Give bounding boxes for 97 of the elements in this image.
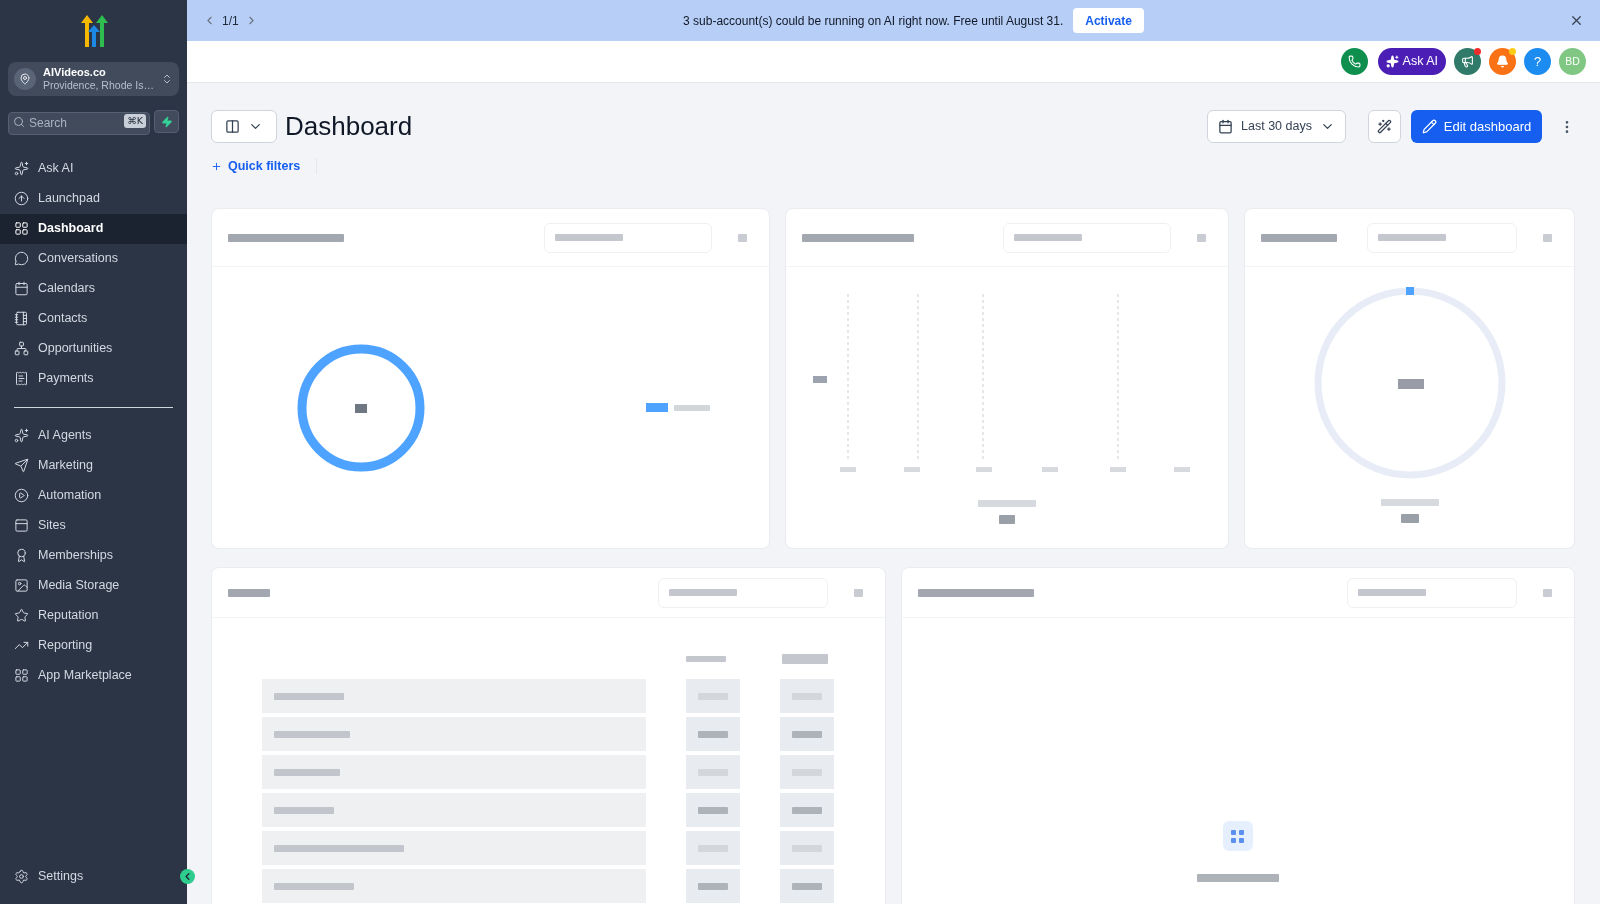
announcements-button[interactable] [1454,48,1481,75]
layout-switcher-button[interactable] [211,110,277,143]
pixelated-text [1014,234,1083,241]
play-circle-icon [14,488,29,503]
sparkles-icon [1385,55,1399,68]
pixelated-text [228,588,270,597]
ask-ai-button[interactable]: Ask AI [1377,48,1446,75]
edit-dashboard-button[interactable]: Edit dashboard [1411,110,1542,143]
pixelated-icon [1543,233,1552,242]
pixelated-text [554,234,623,241]
pixelated-text [1400,514,1419,523]
paper-plane-icon [14,458,29,473]
notebook-icon [14,311,29,326]
pixelated-text [274,768,340,776]
sidebar-item[interactable]: Launchpad [0,183,187,214]
pixelated-text [998,515,1015,524]
pencil-icon [1421,119,1437,134]
account-switcher[interactable]: AIVideos.co Providence, Rhode Is… [8,62,179,96]
pixelated-text [698,882,728,890]
sidebar-item[interactable]: Reporting [0,630,187,661]
pixelated-text [668,589,737,596]
sidebar-item[interactable]: Conversations [0,243,187,274]
lightning-icon [160,115,173,128]
activate-button[interactable]: Activate [1073,8,1144,33]
pager-text: 1/1 [222,12,239,30]
settings-item[interactable]: Settings [0,861,90,891]
chevrons-up-down-icon [161,73,173,85]
quick-action-button[interactable] [154,110,179,133]
pixelated-text [274,806,334,814]
bell-icon [1496,55,1509,68]
sidebar-item[interactable]: Ask AI [0,153,187,184]
pixelated-text [698,806,728,814]
pixelated-text [674,404,710,411]
pixelated-text [274,692,344,700]
sidebar-item[interactable]: AI Agents [0,420,187,451]
search-icon [13,116,25,128]
pixelated-text [782,654,828,664]
arrow-up-circle-icon [14,191,29,206]
sidebar-item[interactable]: Reputation [0,600,187,631]
grid-icon [14,668,29,683]
sidebar-item[interactable]: Sites [0,510,187,541]
network-icon [14,341,29,356]
date-range-button[interactable]: Last 30 days [1207,110,1346,143]
sidebar-item[interactable]: Media Storage [0,570,187,601]
page-title: Dashboard [285,110,413,143]
plus-icon [211,160,222,172]
sidebar-item[interactable]: Calendars [0,273,187,304]
sidebar-item[interactable]: Contacts [0,303,187,334]
phone-button[interactable] [1340,48,1368,75]
grid-icon [14,221,29,236]
sparkles-icon [14,428,29,443]
location-avatar-icon [14,68,36,90]
pixelated-text [1358,589,1426,596]
banner-message: 3 sub-account(s) could be running on AI right now. Free until August 31. [683,12,1064,30]
pixelated-icon [1543,588,1552,597]
magic-wand-button[interactable] [1368,110,1401,143]
collapse-sidebar-button[interactable] [180,869,195,884]
sidebar-item[interactable]: Dashboard [0,213,187,244]
megaphone-icon [1461,55,1474,68]
quick-filters-button[interactable]: Quick filters [211,156,301,176]
sidebar-item[interactable]: Memberships [0,540,187,571]
chat-bubble-icon [14,251,29,266]
account-name: AIVideos.co [43,66,107,79]
magic-wand-icon [1377,119,1392,134]
calendar-icon [1218,119,1234,134]
pixelated-text [1378,234,1446,241]
sparkles-icon [14,161,29,176]
close-icon[interactable] [1569,13,1584,28]
pixelated-text [792,730,822,738]
sidebar-item[interactable]: App Marketplace [0,660,187,691]
pixelated-text [792,882,822,890]
sidebar-item[interactable]: Opportunities [0,333,187,364]
award-ribbon-icon [14,548,29,563]
pixelated-text [1380,499,1439,506]
columns-icon [225,119,240,134]
pixelated-text [792,806,822,814]
pixelated-text [977,500,1036,507]
grid-icon [1222,821,1253,851]
star-icon [14,608,29,623]
image-icon [14,578,29,593]
sidebar-item[interactable]: Marketing [0,450,187,481]
pixelated-icon [1197,233,1207,242]
calendar-icon [14,281,29,296]
browser-window-icon [14,518,29,533]
shortcut-hint: ⌘K [124,114,146,128]
sidebar-item[interactable]: Automation [0,480,187,511]
phone-icon [1347,55,1361,68]
legend-swatch-icon [646,403,668,412]
pixelated-text [698,730,728,738]
notifications-button[interactable] [1489,48,1516,75]
account-location: Providence, Rhode Is… [43,79,154,92]
settings-icon [14,868,29,884]
pixelated-text [686,656,726,662]
pixelated-icon [737,233,747,242]
pixelated-icon [853,588,863,597]
sidebar-item[interactable]: Payments [0,363,187,394]
receipt-icon [14,371,29,386]
